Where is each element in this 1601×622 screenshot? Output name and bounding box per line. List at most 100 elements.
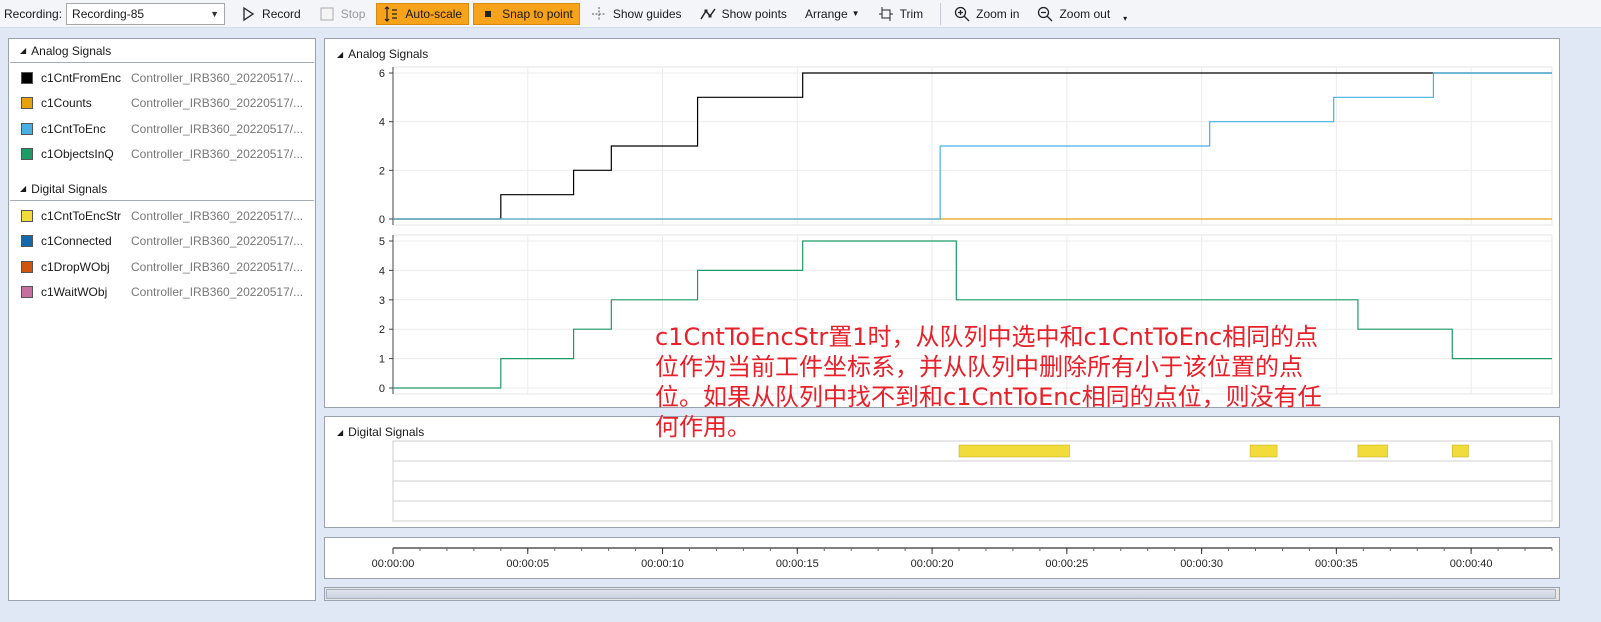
signal-row-c1dropwobj[interactable]: c1DropWObj Controller_IRB360_20220517/..… (9, 254, 315, 280)
analog-signals-group-header[interactable]: ◢ Analog Signals (10, 39, 314, 63)
recording-select[interactable]: Recording-85 ▼ (66, 2, 226, 25)
y-tick-label: 2 (379, 165, 385, 177)
time-tick-label: 00:00:15 (776, 558, 819, 570)
toolbar: Recording: Recording-85 ▼ Record Stop Au… (0, 0, 1601, 28)
timeline-bar-c1cnttoencstr (1249, 444, 1278, 458)
signal-name: c1DropWObj (41, 259, 110, 274)
collapse-triangle-icon: ◢ (337, 49, 344, 59)
show-guides-button[interactable]: Show guides (584, 3, 689, 25)
signal-name: c1CntToEncStr (41, 208, 122, 223)
auto-scale-button[interactable]: Auto-scale (376, 2, 470, 25)
chevron-down-icon: ▼ (210, 8, 220, 19)
signal-row-c1objectsinq[interactable]: c1ObjectsInQ Controller_IRB360_20220517/… (9, 142, 315, 168)
signal-row-c1cnttoencstr[interactable]: c1CntToEncStr Controller_IRB360_20220517… (9, 203, 315, 229)
digital-signals-group-header[interactable]: ◢ Digital Signals (10, 177, 314, 201)
signal-source: Controller_IRB360_20220517/... (131, 259, 304, 274)
scrollbar-thumb[interactable] (326, 589, 1556, 599)
y-tick-label: 3 (379, 295, 385, 307)
time-axis[interactable]: 00:00:00 00:00:05 00:00:10 00:00:15 00:00:20… (325, 538, 1559, 578)
y-tick-label: 1 (379, 354, 385, 366)
time-axis-panel: 00:00:00 00:00:05 00:00:10 00:00:15 00:00:20… (324, 537, 1560, 579)
signal-name: c1ObjectsInQ (41, 147, 114, 162)
toolbar-separator (940, 2, 942, 25)
caret-down-icon: ▼ (851, 9, 860, 18)
signal-name: c1WaitWObj (41, 285, 108, 300)
plot-area (392, 234, 1553, 395)
digital-signals-group-label: Digital Signals (31, 181, 108, 196)
color-swatch (21, 71, 33, 84)
signal-source: Controller_IRB360_20220517/... (131, 70, 304, 85)
points-icon (699, 8, 716, 19)
time-tick-label: 00:00:25 (1045, 558, 1088, 570)
signal-row-c1counts[interactable]: c1Counts Controller_IRB360_20220517/... (9, 91, 315, 117)
signal-source: Controller_IRB360_20220517/... (131, 121, 304, 136)
zoom-out-icon (1038, 6, 1053, 21)
toolbar-overflow-icon[interactable]: ▾ (1123, 14, 1127, 23)
zoom-in-label: Zoom in (976, 6, 1020, 21)
y-tick-label: 2 (379, 324, 385, 336)
signal-source: Controller_IRB360_20220517/... (131, 234, 304, 249)
snap-to-point-label: Snap to point (502, 6, 573, 21)
signal-row-c1cnttoenc[interactable]: c1CntToEnc Controller_IRB360_20220517/..… (9, 116, 315, 142)
signal-name: c1Connected (41, 234, 112, 249)
y-tick-label: 6 (379, 68, 385, 80)
time-tick-label: 00:00:35 (1315, 558, 1358, 570)
zoom-in-button[interactable]: Zoom in (947, 3, 1026, 25)
time-tick-label: 00:00:10 (641, 558, 684, 570)
snap-point-icon (485, 10, 492, 17)
digital-panel-header[interactable]: ◢ Digital Signals (337, 425, 424, 439)
y-tick-label: 4 (379, 117, 385, 129)
signal-source: Controller_IRB360_20220517/... (131, 208, 304, 223)
analog-chart-2[interactable]: 0 1 2 3 4 5 (325, 231, 1559, 401)
recording-label: Recording: (4, 6, 63, 21)
analog-panel-header[interactable]: ◢ Analog Signals (337, 47, 428, 61)
y-tick-label: 0 (379, 214, 385, 226)
record-button[interactable]: Record (233, 3, 308, 25)
signal-row-c1waitwobj[interactable]: c1WaitWObj Controller_IRB360_20220517/..… (9, 280, 315, 306)
timeline-bar-c1cnttoencstr (1357, 444, 1388, 458)
signal-source: Controller_IRB360_20220517/... (131, 147, 304, 162)
signal-name: c1CntToEnc (41, 121, 106, 136)
zoom-out-button[interactable]: Zoom out (1030, 3, 1117, 25)
show-points-label: Show points (721, 6, 787, 21)
auto-scale-label: Auto-scale (405, 6, 463, 21)
arrange-label: Arrange (804, 6, 848, 21)
signal-row-c1cntfromenc[interactable]: c1CntFromEnc Controller_IRB360_20220517/… (9, 65, 315, 91)
time-tick-label: 00:00:30 (1180, 558, 1223, 570)
color-swatch (21, 97, 33, 110)
recording-select-value: Recording-85 (72, 6, 145, 21)
digital-timeline-chart[interactable] (325, 439, 1559, 523)
zoom-out-label: Zoom out (1059, 6, 1111, 21)
timeline-scrollbar[interactable] (324, 587, 1560, 601)
auto-scale-icon (384, 5, 398, 22)
color-swatch (21, 235, 33, 248)
show-guides-label: Show guides (612, 6, 682, 21)
stop-icon (320, 7, 334, 20)
record-label: Record (262, 6, 301, 21)
stop-button[interactable]: Stop (312, 3, 373, 25)
signal-row-c1connected[interactable]: c1Connected Controller_IRB360_20220517/.… (9, 229, 315, 255)
signal-list-panel: ◢ Analog Signals c1CntFromEnc Controller… (8, 38, 316, 601)
digital-panel-title: Digital Signals (348, 425, 425, 439)
color-swatch (21, 209, 33, 222)
show-points-button[interactable]: Show points (693, 3, 794, 25)
analog-panel-title: Analog Signals (348, 47, 429, 61)
color-swatch (21, 286, 33, 299)
time-tick-label: 00:00:00 (372, 558, 415, 570)
snap-to-point-button[interactable]: Snap to point (473, 2, 580, 25)
arrange-button[interactable]: Arrange ▼ (798, 3, 867, 25)
trim-button[interactable]: Trim (871, 3, 931, 25)
analog-chart-panel: ◢ Analog Signals 0 2 4 6 0 1 2 3 4 5 (324, 38, 1560, 408)
guides-icon (591, 6, 606, 21)
collapse-triangle-icon: ◢ (20, 184, 27, 193)
timeline-bar-c1cnttoencstr (1451, 444, 1469, 458)
signal-name: c1CntFromEnc (41, 70, 122, 85)
y-tick-label: 0 (379, 383, 385, 395)
signal-name: c1Counts (41, 96, 92, 111)
collapse-triangle-icon: ◢ (20, 46, 27, 55)
analog-chart-1[interactable]: 0 2 4 6 (325, 63, 1559, 228)
time-tick-label: 00:00:05 (506, 558, 549, 570)
y-tick-label: 4 (379, 265, 385, 277)
y-tick-label: 5 (379, 236, 385, 248)
collapse-triangle-icon: ◢ (337, 427, 344, 437)
